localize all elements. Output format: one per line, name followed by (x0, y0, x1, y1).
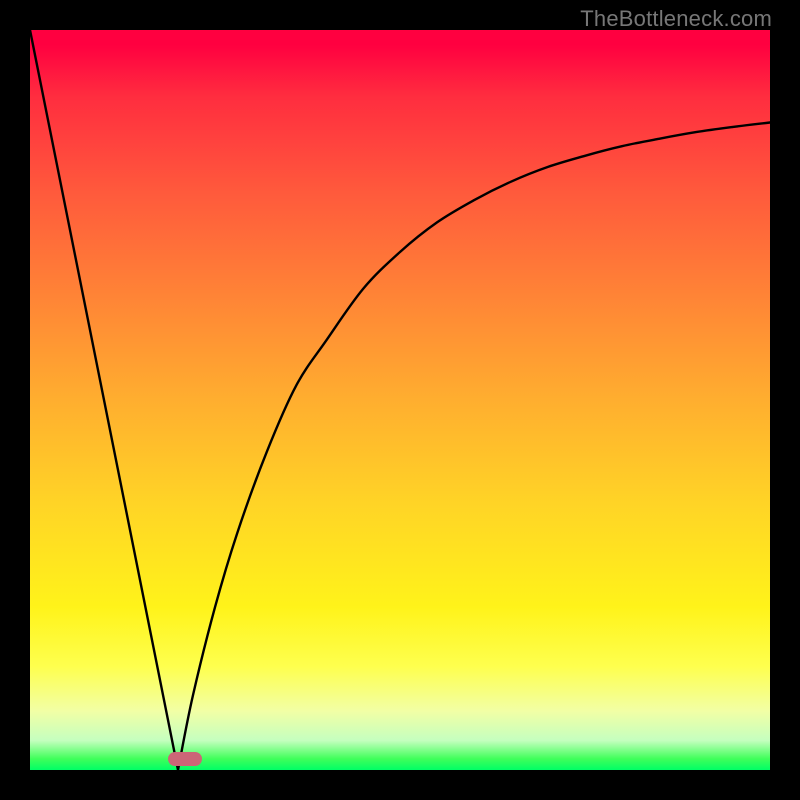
watermark-text: TheBottleneck.com (580, 6, 772, 32)
plot-area (30, 30, 770, 770)
chart-frame: TheBottleneck.com (0, 0, 800, 800)
curve-path (30, 30, 770, 770)
minimum-marker (168, 752, 202, 766)
bottleneck-curve (30, 30, 770, 770)
